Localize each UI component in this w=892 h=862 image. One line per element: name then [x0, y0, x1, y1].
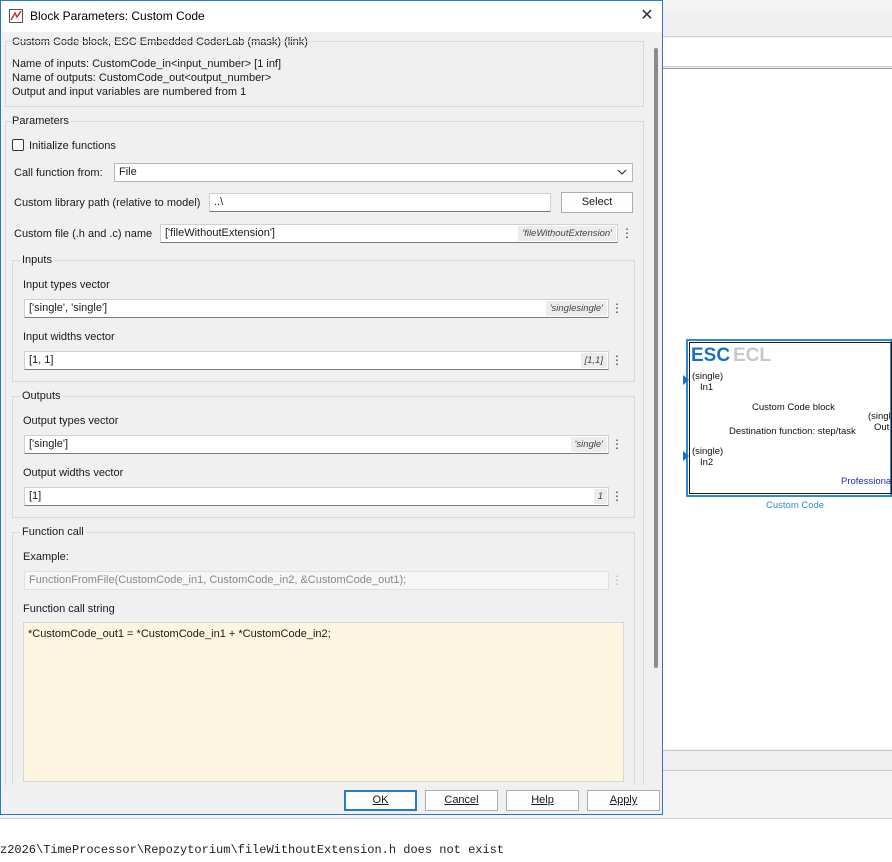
input-types-value: ['single', 'single'] [29, 302, 108, 314]
custom-file-label: Custom file (.h and .c) name [14, 228, 153, 240]
library-path-input[interactable]: ..\ [209, 193, 551, 212]
input-widths-more-icon[interactable]: ⋮ [611, 351, 623, 370]
help-button[interactable]: Help [506, 790, 579, 811]
output-widths-value: [1] [29, 490, 42, 502]
output-types-more-icon[interactable]: ⋮ [611, 435, 623, 454]
inputs-group-label: Inputs [20, 254, 54, 266]
custom-file-value: ['fileWithoutExtension'] [165, 227, 275, 239]
call-from-dropdown[interactable]: File [114, 163, 633, 182]
description-line-3: Output and input variables are numbered … [12, 86, 247, 98]
input-types-more-icon[interactable]: ⋮ [611, 299, 623, 318]
output-types-input[interactable]: ['single'] 'single' [24, 435, 609, 454]
input-types-input[interactable]: ['single', 'single'] 'singlesingle' [24, 299, 609, 318]
description-line-1: Name of inputs: CustomCode_in<input_numb… [12, 58, 282, 70]
init-functions-label: Initialize functions [29, 140, 116, 152]
in2-name: In2 [700, 457, 714, 468]
block-professional-label: Professiona [841, 476, 892, 487]
custom-file-input[interactable]: ['fileWithoutExtension'] 'fileWithoutExt… [160, 224, 618, 243]
init-functions-checkbox[interactable] [12, 139, 24, 151]
input-types-label: Input types vector [23, 279, 110, 291]
example-input: FunctionFromFile(CustomCode_in1, CustomC… [24, 571, 609, 590]
chevron-down-icon [617, 169, 627, 175]
output-widths-label: Output widths vector [23, 467, 124, 479]
input-widths-label: Input widths vector [23, 331, 115, 343]
model-status-bar-2 [663, 770, 892, 797]
block-caption[interactable]: Custom Code [766, 500, 824, 511]
block-brand-esc: ESC [691, 345, 731, 366]
in2-type: (single) [692, 446, 724, 457]
call-string-editor[interactable]: *CustomCode_out1 = *CustomCode_in1 + *Cu… [23, 622, 624, 782]
apply-button[interactable]: Apply [587, 790, 660, 811]
parameters-label: Parameters [12, 115, 71, 127]
block-brand-ecl: ECL [733, 345, 771, 366]
out-type: (singl [868, 411, 891, 422]
input-port-2-icon[interactable] [683, 451, 689, 461]
input-widths-input[interactable]: [1, 1] [1,1] [24, 351, 609, 370]
output-types-value: ['single'] [29, 438, 69, 450]
input-types-hint: 'singlesingle' [545, 301, 607, 316]
call-string-label: Function call string [23, 603, 115, 615]
apply-button-label: Apply [609, 794, 638, 806]
cancel-button-label: Cancel [444, 794, 479, 806]
output-types-label: Output types vector [23, 415, 119, 427]
call-from-value: File [119, 166, 137, 178]
library-path-label: Custom library path (relative to model) [14, 197, 201, 209]
simulink-app-icon [9, 9, 23, 23]
input-port-1-icon[interactable] [683, 375, 689, 385]
select-button[interactable]: Select [561, 192, 633, 213]
model-status-bar [663, 750, 892, 771]
output-widths-hint: 1 [593, 489, 607, 504]
block-title: Custom Code block [752, 402, 835, 413]
output-widths-input[interactable]: [1] 1 [24, 487, 609, 506]
custom-file-hint: 'fileWithoutExtension' [518, 226, 616, 241]
block-destination: Destination function: step/task [729, 426, 856, 437]
custom-file-more-icon[interactable]: ⋮ [621, 224, 633, 243]
function-call-group-label: Function call [20, 526, 86, 538]
cancel-button[interactable]: Cancel [425, 790, 498, 811]
model-toolbar [663, 10, 892, 37]
output-types-hint: 'single' [570, 437, 607, 452]
console-error-message: z2026\TimeProcessor\Repozytorium\fileWit… [0, 843, 505, 857]
help-button-label: Help [531, 794, 554, 806]
output-widths-more-icon[interactable]: ⋮ [611, 487, 623, 506]
input-widths-hint: [1,1] [580, 353, 607, 368]
dialog-scrollbar-thumb[interactable] [654, 48, 658, 668]
description-line-2: Name of outputs: CustomCode_out<output_n… [12, 72, 272, 84]
in1-name: In1 [700, 382, 714, 393]
input-widths-value: [1, 1] [29, 354, 54, 366]
example-label: Example: [23, 551, 69, 563]
call-from-label: Call function from: [14, 167, 103, 179]
outputs-group-label: Outputs [20, 390, 63, 402]
example-more-icon: ⋮ [611, 573, 623, 587]
model-breadcrumb-bar [663, 38, 892, 67]
in1-type: (single) [692, 371, 724, 382]
dialog-title: Block Parameters: Custom Code [30, 9, 205, 23]
close-icon[interactable]: ✕ [636, 5, 658, 27]
out-name: Out [874, 422, 890, 433]
ok-button-label: OK [372, 794, 389, 806]
ok-button[interactable]: OK [344, 790, 417, 811]
